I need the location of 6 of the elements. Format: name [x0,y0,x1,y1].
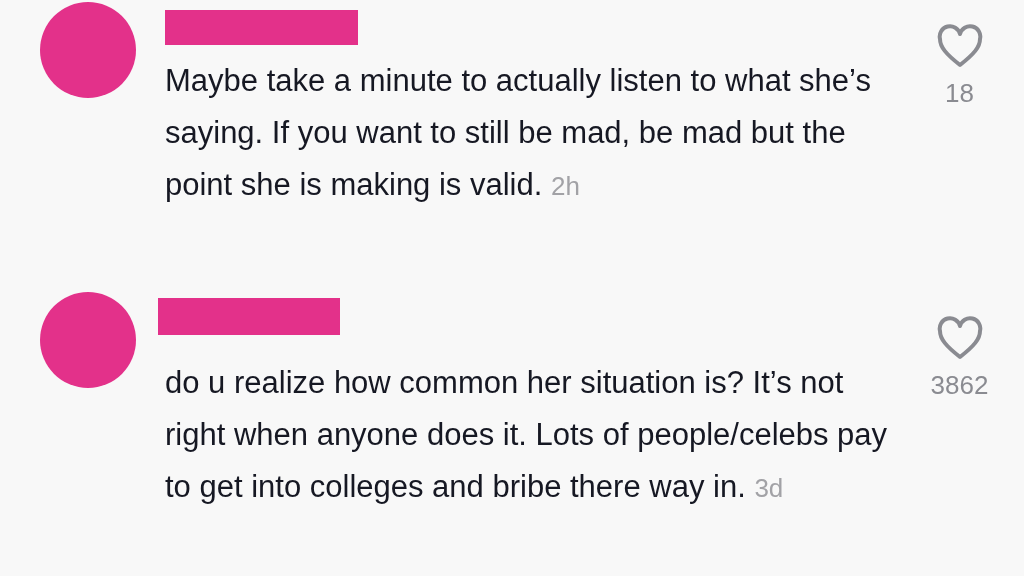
like-count: 18 [945,77,974,110]
like-count: 3862 [930,369,989,402]
timestamp: 2h [550,171,580,201]
comment-text: do u realize how common her situation is? It’s not right when anyone does it. Lots of people/celebs pay to get into colleges and bribe there way in. 3d [165,364,889,506]
timestamp: 3d [754,473,784,503]
comment-text: Maybe take a minute to actually listen to what she’s saying. If you want to still be mad, be mad but the point she is making is valid. 2h [165,62,872,204]
